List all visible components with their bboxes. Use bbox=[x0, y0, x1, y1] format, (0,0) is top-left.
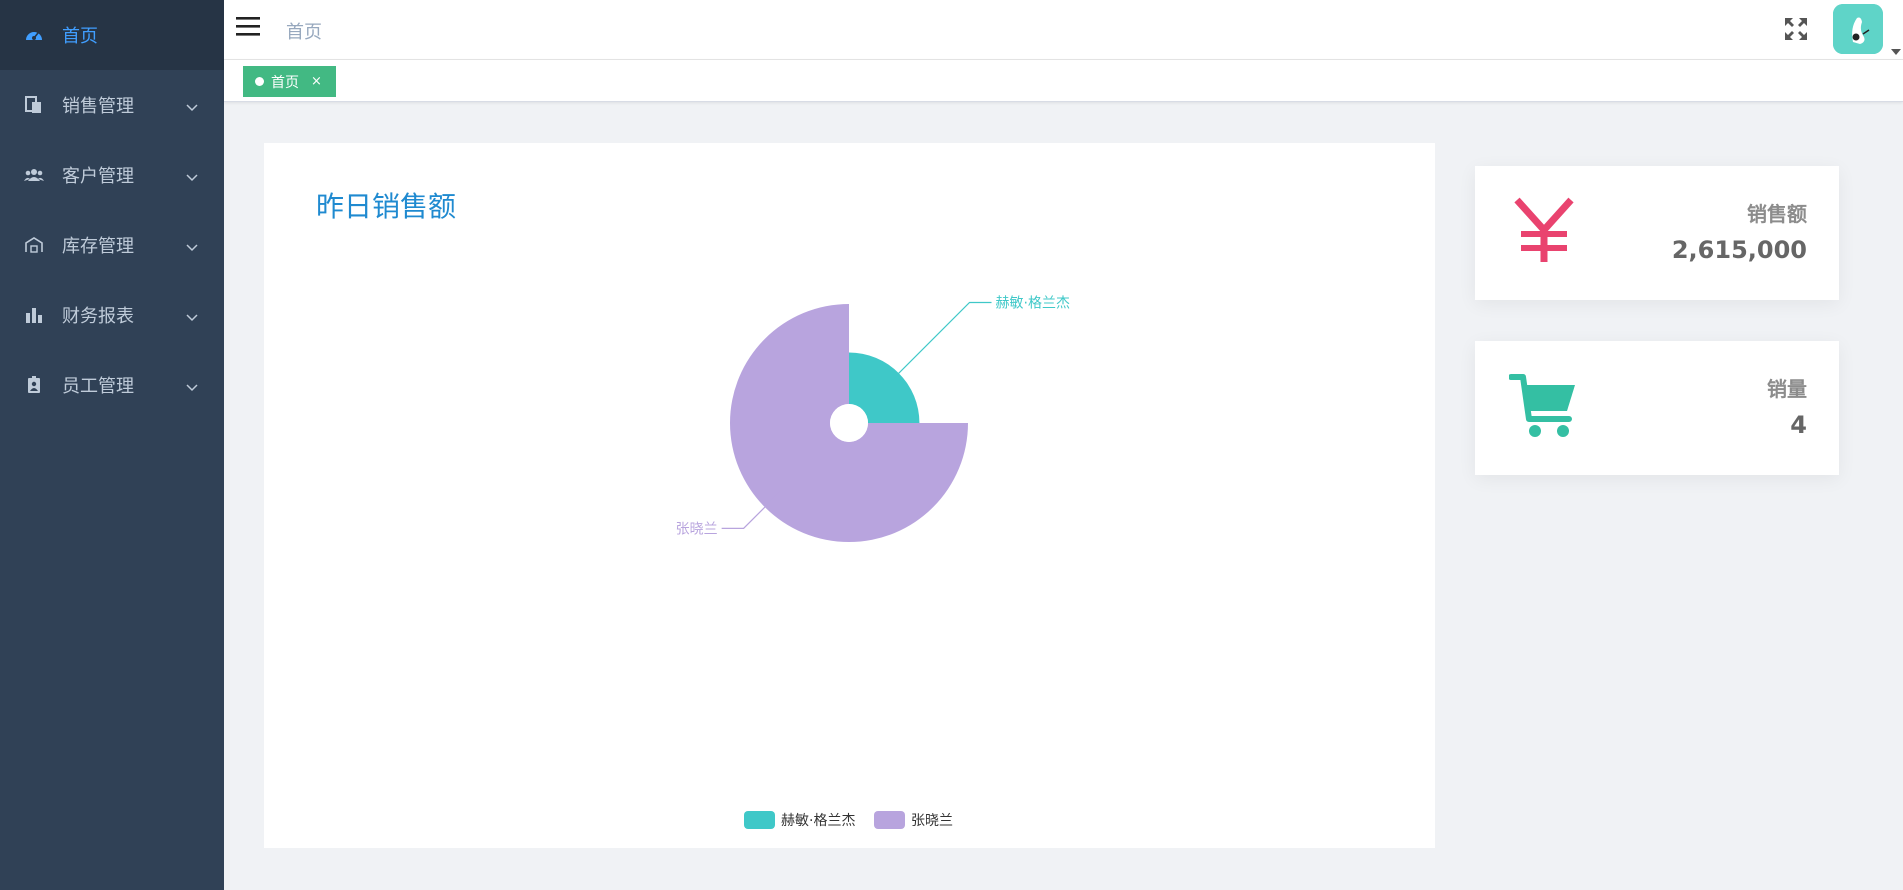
tag-home[interactable]: 首页 × bbox=[243, 66, 336, 97]
top-navbar: 首页 bbox=[224, 0, 1903, 60]
sidebar-item-employees[interactable]: 员工管理 bbox=[0, 350, 224, 420]
sidebar: 首页 销售管理 客户管理 库存管理 财务报表 员工管理 bbox=[0, 0, 224, 890]
avatar[interactable] bbox=[1833, 4, 1883, 54]
slice-label: 赫敏·格兰杰 bbox=[996, 295, 1070, 311]
breadcrumb: 首页 bbox=[286, 22, 322, 43]
close-icon[interactable]: × bbox=[311, 74, 322, 89]
pie-center-hole bbox=[830, 404, 868, 442]
bar-chart-icon bbox=[24, 305, 44, 325]
stat-label: 销量 bbox=[1767, 377, 1807, 401]
sidebar-item-label: 销售管理 bbox=[62, 96, 134, 117]
rose-pie-chart: 赫敏·格兰杰张晓兰赫敏·格兰杰 张晓兰 bbox=[676, 295, 1070, 829]
sidebar-item-sales[interactable]: 销售管理 bbox=[0, 70, 224, 140]
legend-swatch bbox=[874, 811, 905, 829]
chevron-down-icon bbox=[186, 236, 198, 257]
customers-icon bbox=[24, 165, 44, 185]
hamburger-menu-icon[interactable] bbox=[236, 16, 262, 40]
stat-label: 销售额 bbox=[1747, 202, 1807, 226]
yen-icon bbox=[1509, 196, 1579, 266]
employee-badge-icon bbox=[24, 375, 44, 395]
stat-value: 2,615,000 bbox=[1671, 236, 1807, 264]
sidebar-item-label: 财务报表 bbox=[62, 306, 134, 327]
chevron-down-icon bbox=[186, 96, 198, 117]
sales-chart-card: 昨日销售额 赫敏·格兰杰 张晓兰 赫敏·格兰杰 张晓兰 bbox=[264, 143, 1435, 848]
label-leader-line bbox=[888, 301, 992, 384]
sales-icon bbox=[24, 95, 44, 115]
sidebar-item-finance[interactable]: 财务报表 bbox=[0, 280, 224, 350]
active-dot bbox=[255, 77, 264, 86]
sidebar-item-customers[interactable]: 客户管理 bbox=[0, 140, 224, 210]
legend-item[interactable]: 张晓兰 bbox=[874, 811, 953, 829]
chevron-down-icon bbox=[186, 376, 198, 397]
stat-card-sales-amount: 销售额 2,615,000 bbox=[1475, 166, 1839, 300]
sidebar-item-inventory[interactable]: 库存管理 bbox=[0, 210, 224, 280]
stat-card-sales-volume: 销量 4 bbox=[1475, 341, 1839, 475]
sidebar-item-label: 库存管理 bbox=[62, 236, 134, 257]
shopping-cart-icon bbox=[1508, 371, 1579, 441]
warehouse-icon bbox=[24, 235, 44, 255]
caret-down-icon[interactable] bbox=[1891, 40, 1901, 59]
chevron-down-icon bbox=[186, 166, 198, 187]
chevron-down-icon bbox=[186, 306, 198, 327]
stat-value: 4 bbox=[1790, 411, 1807, 439]
sidebar-item-home[interactable]: 首页 bbox=[0, 0, 224, 70]
tags-view: 首页 × bbox=[224, 60, 1903, 102]
legend-label: 张晓兰 bbox=[911, 813, 953, 829]
slice-label: 张晓兰 bbox=[676, 521, 718, 537]
sidebar-item-label: 首页 bbox=[62, 26, 98, 47]
legend-item[interactable]: 赫敏·格兰杰 bbox=[744, 811, 855, 829]
legend-label: 赫敏·格兰杰 bbox=[781, 813, 855, 829]
sidebar-item-label: 员工管理 bbox=[62, 376, 134, 397]
sidebar-item-label: 客户管理 bbox=[62, 166, 134, 187]
dashboard-icon bbox=[24, 25, 44, 45]
tag-label: 首页 bbox=[271, 74, 299, 91]
legend-swatch bbox=[744, 811, 775, 829]
fullscreen-icon[interactable] bbox=[1783, 16, 1809, 42]
